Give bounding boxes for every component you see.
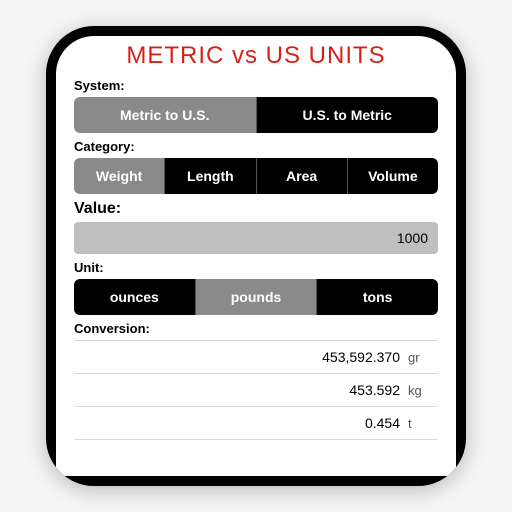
system-option-us-to-metric[interactable]: U.S. to Metric bbox=[257, 97, 439, 133]
unit-option-ounces[interactable]: ounces bbox=[74, 279, 196, 315]
value-input[interactable]: 1000 bbox=[74, 222, 438, 254]
unit-option-tons[interactable]: tons bbox=[317, 279, 438, 315]
conversion-row: 453.592 kg bbox=[74, 374, 438, 407]
value-label: Value: bbox=[74, 200, 438, 218]
conversion-row: 453,592.370 gr bbox=[74, 340, 438, 374]
conversion-unit: t bbox=[408, 416, 432, 431]
system-option-metric-to-us[interactable]: Metric to U.S. bbox=[74, 97, 257, 133]
unit-option-pounds[interactable]: pounds bbox=[196, 279, 318, 315]
app-screen: METRIC vs US UNITS System: Metric to U.S… bbox=[56, 36, 456, 476]
unit-segmented-control: ounces pounds tons bbox=[74, 279, 438, 315]
system-label: System: bbox=[74, 78, 438, 93]
unit-label: Unit: bbox=[74, 260, 438, 275]
category-option-area[interactable]: Area bbox=[257, 158, 348, 194]
category-option-length[interactable]: Length bbox=[165, 158, 256, 194]
conversion-value: 0.454 bbox=[365, 415, 400, 431]
conversion-row: 0.454 t bbox=[74, 407, 438, 440]
conversion-unit: gr bbox=[408, 350, 432, 365]
category-option-volume[interactable]: Volume bbox=[348, 158, 438, 194]
conversion-list: 453,592.370 gr 453.592 kg 0.454 t bbox=[74, 340, 438, 440]
conversion-value: 453.592 bbox=[349, 382, 400, 398]
system-segmented-control: Metric to U.S. U.S. to Metric bbox=[74, 97, 438, 133]
conversion-value: 453,592.370 bbox=[322, 349, 400, 365]
category-label: Category: bbox=[74, 139, 438, 154]
app-title: METRIC vs US UNITS bbox=[74, 42, 438, 70]
phone-frame: METRIC vs US UNITS System: Metric to U.S… bbox=[46, 26, 466, 486]
conversion-unit: kg bbox=[408, 383, 432, 398]
conversion-label: Conversion: bbox=[74, 321, 438, 336]
category-segmented-control: Weight Length Area Volume bbox=[74, 158, 438, 194]
category-option-weight[interactable]: Weight bbox=[74, 158, 165, 194]
